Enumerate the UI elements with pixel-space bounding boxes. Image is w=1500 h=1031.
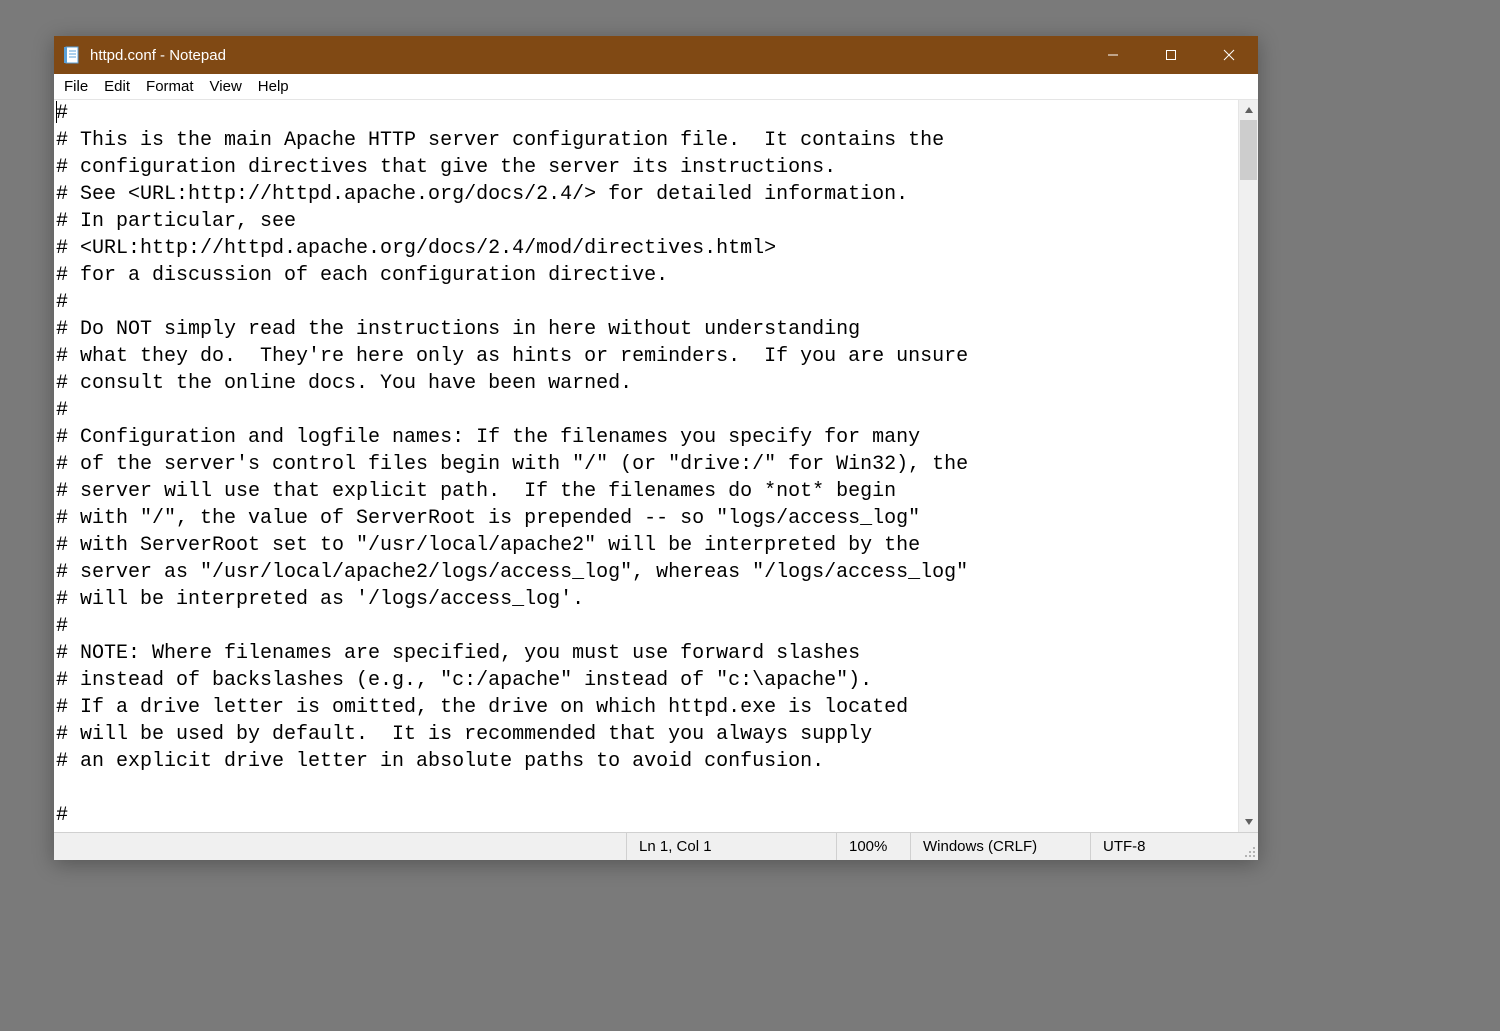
statusbar: Ln 1, Col 1 100% Windows (CRLF) UTF-8 [54,832,1258,860]
scroll-thumb[interactable] [1240,120,1257,180]
window-controls [1084,36,1258,74]
resize-grip[interactable] [1240,833,1258,860]
status-cursor-position: Ln 1, Col 1 [626,833,836,860]
titlebar[interactable]: httpd.conf - Notepad [54,36,1258,74]
status-zoom: 100% [836,833,910,860]
window-title: httpd.conf - Notepad [90,47,1084,64]
menu-file[interactable]: File [56,76,96,97]
scroll-down-button[interactable] [1239,812,1258,832]
notepad-window: httpd.conf - Notepad File Edit Format Vi… [54,36,1258,860]
vertical-scrollbar[interactable] [1238,100,1258,832]
text-caret [56,101,57,123]
menu-view[interactable]: View [202,76,250,97]
menu-help[interactable]: Help [250,76,297,97]
notepad-icon [62,45,82,65]
status-line-ending: Windows (CRLF) [910,833,1090,860]
maximize-button[interactable] [1142,36,1200,74]
menu-edit[interactable]: Edit [96,76,138,97]
editor-area: # # This is the main Apache HTTP server … [54,100,1258,832]
text-editor[interactable]: # # This is the main Apache HTTP server … [54,100,1238,832]
scroll-up-button[interactable] [1239,100,1258,120]
close-button[interactable] [1200,36,1258,74]
status-encoding: UTF-8 [1090,833,1240,860]
minimize-button[interactable] [1084,36,1142,74]
menubar: File Edit Format View Help [54,74,1258,100]
scroll-track[interactable] [1239,120,1258,812]
menu-format[interactable]: Format [138,76,202,97]
